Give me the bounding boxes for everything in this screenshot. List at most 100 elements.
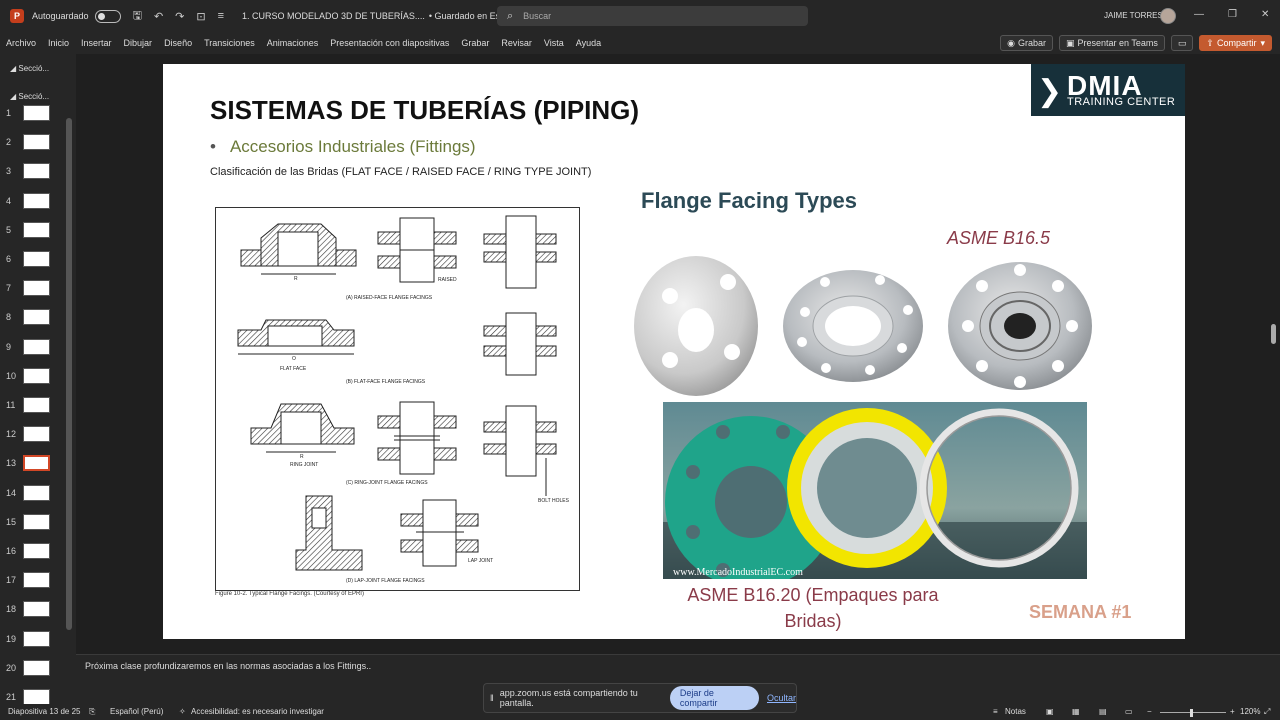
slide-thumbnail-10[interactable]: 10	[0, 367, 76, 389]
menu-diseno[interactable]: Diseño	[164, 38, 192, 48]
thumbnail-preview[interactable]	[23, 192, 50, 209]
thumbnail-preview[interactable]	[23, 689, 50, 705]
slide-thumbnail-18[interactable]: 18	[0, 600, 76, 622]
slide-subtitle[interactable]: Clasificación de las Bridas (FLAT FACE /…	[210, 166, 591, 178]
zoom-slider-handle[interactable]	[1190, 709, 1193, 717]
slide-thumbnail-2[interactable]: 2	[0, 133, 76, 155]
thumbnail-preview[interactable]	[23, 338, 50, 355]
flange-facing-diagram[interactable]: R (A) RAISED-FACE FLANGE FACINGS RAISED …	[215, 207, 580, 591]
thumbnail-preview[interactable]	[23, 513, 50, 530]
hide-link[interactable]: Ocultar	[767, 693, 796, 703]
thumbnail-preview[interactable]	[23, 484, 50, 501]
comments-button[interactable]: ▭	[1170, 35, 1194, 51]
share-button[interactable]: ⇪ Compartir ▾	[1199, 35, 1272, 51]
thumbnail-preview[interactable]	[23, 455, 50, 472]
slide-thumbnail-15[interactable]: 15	[0, 513, 76, 535]
menu-vista[interactable]: Vista	[544, 38, 564, 48]
slide-thumbnail-1[interactable]: 1	[0, 104, 76, 126]
flange-facing-title[interactable]: Flange Facing Types	[641, 188, 857, 214]
undo-icon[interactable]: ↶	[154, 10, 163, 23]
semana-label[interactable]: SEMANA #1	[1029, 602, 1131, 623]
thumbnail-preview[interactable]	[23, 280, 50, 297]
document-title[interactable]: 1. CURSO MODELADO 3D DE TUBERÍAS....	[242, 11, 425, 21]
slide-title[interactable]: SISTEMAS DE TUBERÍAS (PIPING)	[210, 95, 639, 126]
menu-ayuda[interactable]: Ayuda	[576, 38, 601, 48]
thumbnail-preview[interactable]	[23, 251, 50, 267]
slide-thumbnail-7[interactable]: 7	[0, 279, 76, 301]
menu-revisar[interactable]: Revisar	[501, 38, 532, 48]
zoom-out-icon[interactable]: −	[1147, 707, 1152, 716]
zoom-level[interactable]: 120%	[1240, 707, 1260, 716]
notes-icon[interactable]: ≡	[993, 707, 998, 716]
present-in-teams-button[interactable]: ▣ Presentar en Teams	[1058, 35, 1165, 51]
thumbnail-preview[interactable]	[23, 105, 50, 121]
accessibility-icon[interactable]: ✧	[179, 707, 186, 716]
restore-icon[interactable]: ❐	[1228, 9, 1237, 20]
thumbnail-preview[interactable]	[23, 134, 50, 151]
menu-presentacion[interactable]: Presentación con diapositivas	[330, 38, 449, 48]
menu-insertar[interactable]: Insertar	[81, 38, 112, 48]
thumbnail-preview[interactable]	[23, 309, 50, 326]
close-icon[interactable]: ✕	[1261, 9, 1269, 20]
spellcheck-icon[interactable]: ⎘	[89, 707, 95, 717]
menu-transiciones[interactable]: Transiciones	[204, 38, 255, 48]
zoom-slider[interactable]	[1160, 712, 1226, 713]
avatar[interactable]	[1160, 8, 1176, 24]
reading-view-icon[interactable]: ▤	[1099, 707, 1107, 716]
accessibility-status[interactable]: Accesibilidad: es necesario investigar	[191, 707, 324, 716]
zoom-in-icon[interactable]: +	[1230, 707, 1235, 716]
language-status[interactable]: Español (Perú)	[110, 707, 163, 716]
normal-view-icon[interactable]: ▣	[1046, 707, 1054, 716]
user-name[interactable]: JAIME TORRES	[1104, 11, 1163, 20]
slide-thumbnail-8[interactable]: 8	[0, 308, 76, 330]
stop-sharing-button[interactable]: Dejar de compartir	[669, 686, 759, 710]
search-box[interactable]: ⌕ Buscar	[497, 6, 808, 26]
menu-archivo[interactable]: Archivo	[6, 38, 36, 48]
pause-icon[interactable]: ‖	[490, 693, 494, 703]
thumbnail-preview[interactable]	[23, 543, 50, 559]
slide-sorter-icon[interactable]: ▦	[1072, 707, 1080, 716]
gaskets-photo[interactable]: www.MercadoIndustrialEC.com	[663, 402, 1087, 579]
notes-text[interactable]: Próxima clase profundizaremos en las nor…	[85, 661, 371, 671]
slide-thumbnail-6[interactable]: 6	[0, 250, 76, 272]
canvas-scrollbar[interactable]	[1268, 56, 1278, 642]
record-button[interactable]: ◉ Grabar	[1000, 35, 1053, 51]
section-header-1[interactable]: ◢ Secció...	[10, 64, 49, 73]
menu-inicio[interactable]: Inicio	[48, 38, 69, 48]
asme-b165-label[interactable]: ASME B16.5	[947, 228, 1050, 249]
thumbnail-preview[interactable]	[23, 630, 50, 647]
slide-thumbnail-13[interactable]: 13	[0, 454, 76, 476]
menu-dibujar[interactable]: Dibujar	[124, 38, 153, 48]
slide-bullet[interactable]: • Accesorios Industriales (Fittings)	[210, 137, 476, 157]
slide-thumbnail-19[interactable]: 19	[0, 630, 76, 652]
slide-thumbnail-3[interactable]: 3	[0, 162, 76, 184]
flange-photos[interactable]	[630, 252, 1100, 398]
slide-thumbnail-11[interactable]: 11	[0, 396, 76, 418]
thumbnail-preview[interactable]	[23, 426, 50, 443]
slide[interactable]: SISTEMAS DE TUBERÍAS (PIPING) • Accesorio…	[163, 64, 1185, 639]
thumbnail-preview[interactable]	[23, 221, 50, 238]
notes-toggle[interactable]: Notas	[1005, 707, 1026, 716]
thumbnail-preview[interactable]	[23, 572, 50, 589]
thumbnail-scrollbar[interactable]	[66, 118, 72, 630]
slide-thumbnail-16[interactable]: 16	[0, 542, 76, 564]
section-header-2[interactable]: ◢ Secció...	[10, 92, 49, 101]
canvas-scroll-thumb[interactable]	[1271, 324, 1276, 344]
minimize-icon[interactable]: —	[1194, 9, 1204, 20]
menu-animaciones[interactable]: Animaciones	[267, 38, 319, 48]
menu-grabar[interactable]: Grabar	[461, 38, 489, 48]
thumbnail-preview[interactable]	[23, 601, 50, 618]
redo-icon[interactable]: ↷	[175, 10, 184, 23]
slide-thumbnail-14[interactable]: 14	[0, 484, 76, 506]
slide-thumbnail-9[interactable]: 9	[0, 338, 76, 360]
slide-thumbnail-5[interactable]: 5	[0, 221, 76, 243]
slideshow-icon[interactable]: ▭	[1125, 707, 1133, 716]
thumbnail-preview[interactable]	[23, 659, 50, 676]
thumbnail-preview[interactable]	[23, 163, 50, 180]
slide-thumbnail-12[interactable]: 12	[0, 425, 76, 447]
slide-thumbnail-20[interactable]: 20	[0, 659, 76, 681]
save-icon[interactable]: 🖫	[133, 7, 142, 26]
fit-slide-icon[interactable]: ⤢	[1264, 707, 1270, 717]
thumbnail-preview[interactable]	[23, 367, 50, 384]
autosave-toggle[interactable]	[94, 9, 121, 23]
